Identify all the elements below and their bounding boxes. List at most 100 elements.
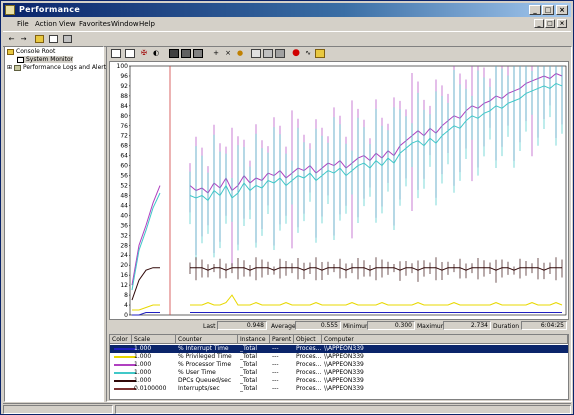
tree-item-console-root[interactable]: Console Root bbox=[7, 48, 55, 55]
legend-instance: _Total bbox=[240, 377, 258, 384]
y-tick-label: 52 bbox=[120, 183, 128, 190]
menu-favorites[interactable]: Favorites bbox=[79, 20, 111, 28]
chart-area[interactable]: 100 96 92 88 84 80 76 72 68 64 60 56 52 48 44 40 36 32 28 2… bbox=[109, 61, 569, 320]
y-tick-label: 76 bbox=[120, 123, 128, 130]
maximum-value: 2.734 bbox=[443, 321, 491, 330]
legend-object: Proces... bbox=[296, 377, 322, 384]
y-tick-label: 80 bbox=[120, 113, 128, 120]
menu-action[interactable]: Action bbox=[35, 20, 57, 28]
maximize-button[interactable]: □ bbox=[542, 5, 554, 15]
legend-instance: _Total bbox=[240, 369, 258, 376]
average-value: 0.555 bbox=[295, 321, 341, 330]
legend-instance: _Total bbox=[240, 353, 258, 360]
legend-parent: --- bbox=[272, 353, 279, 360]
y-tick-label: 56 bbox=[120, 173, 128, 180]
menu-help[interactable]: Help bbox=[139, 20, 155, 28]
legend-computer: \\APPEON339 bbox=[324, 361, 364, 368]
add-counter-icon[interactable]: + bbox=[211, 49, 221, 58]
header-computer[interactable]: Computer bbox=[322, 335, 568, 344]
tree-item-perf-logs[interactable]: ⊞ Performance Logs and Alerts bbox=[7, 64, 109, 71]
legend-row[interactable]: 1.000 % Privileged Time _Total --- Proces...… bbox=[110, 353, 568, 361]
y-tick-label: 72 bbox=[120, 133, 128, 140]
status-bar bbox=[3, 403, 571, 415]
y-tick-label: 36 bbox=[120, 222, 128, 229]
update-data-icon[interactable]: ∿ bbox=[303, 49, 313, 58]
legend-object: Proces... bbox=[296, 369, 322, 376]
new-counter-set-icon[interactable] bbox=[111, 49, 121, 58]
paste-counter-list-icon[interactable] bbox=[263, 49, 273, 58]
legend-parent: --- bbox=[272, 385, 279, 392]
header-object[interactable]: Object bbox=[294, 335, 322, 344]
mdi-minimize-button[interactable]: _ bbox=[534, 19, 544, 28]
app-icon bbox=[5, 5, 15, 15]
minimize-button[interactable]: _ bbox=[529, 5, 541, 15]
forward-icon[interactable]: → bbox=[19, 35, 28, 43]
mdi-close-button[interactable]: × bbox=[557, 19, 567, 28]
view-report-icon[interactable] bbox=[193, 49, 203, 58]
last-value: 0.948 bbox=[217, 321, 267, 330]
copy-properties-icon[interactable] bbox=[251, 49, 261, 58]
window-title: Performance bbox=[19, 5, 81, 14]
header-scale[interactable]: Scale bbox=[132, 335, 176, 344]
tree-item-system-monitor[interactable]: System Monitor bbox=[17, 56, 74, 63]
properties-icon[interactable] bbox=[63, 35, 72, 43]
menu-bar: File Action View Favorites Window Help bbox=[3, 18, 571, 30]
legend-row[interactable]: 0.0100000 Interrupts/sec _Total --- Proces..… bbox=[110, 385, 568, 393]
average-label: Average bbox=[271, 323, 296, 330]
show-tree-icon[interactable] bbox=[49, 35, 58, 43]
legend-object: Proces... bbox=[296, 345, 322, 352]
legend-parent: --- bbox=[272, 361, 279, 368]
view-histogram-icon[interactable] bbox=[181, 49, 191, 58]
legend-color-swatch bbox=[114, 380, 136, 382]
freeze-display-icon[interactable]: ● bbox=[291, 49, 301, 58]
legend-scale: 1.000 bbox=[134, 353, 152, 360]
legend-row[interactable]: 1.000 % Interrupt Time _Total --- Proces... \… bbox=[110, 345, 568, 353]
highlight-icon[interactable]: ● bbox=[235, 49, 245, 58]
y-tick-label: 32 bbox=[120, 232, 128, 239]
delete-counter-icon[interactable]: × bbox=[223, 49, 233, 58]
legend-counter: % Privileged Time bbox=[178, 353, 232, 360]
console-tree: Console Root System Monitor ⊞ Performanc… bbox=[4, 46, 109, 402]
menu-file[interactable]: File bbox=[17, 20, 29, 28]
legend-computer: \\APPEON339 bbox=[324, 345, 364, 352]
last-label: Last bbox=[203, 323, 216, 330]
legend-scale: 1.000 bbox=[134, 377, 152, 384]
view-current-activity-icon[interactable]: ✠ bbox=[139, 49, 149, 58]
y-tick-label: 96 bbox=[120, 73, 128, 80]
legend-instance: _Total bbox=[240, 345, 258, 352]
view-graph-icon[interactable] bbox=[169, 49, 179, 58]
close-button[interactable]: × bbox=[556, 5, 568, 15]
legend-row[interactable]: 1.000 DPCs Queued/sec _Total --- Proces... \\… bbox=[110, 377, 568, 385]
performance-window: Performance _ □ × File Action View Favor… bbox=[0, 0, 574, 415]
back-icon[interactable]: ← bbox=[7, 35, 16, 43]
menu-window[interactable]: Window bbox=[111, 20, 139, 28]
header-parent[interactable]: Parent bbox=[270, 335, 294, 344]
logs-icon bbox=[13, 64, 21, 71]
statistics-bar: Last 0.948 Average 0.555 Minimum 0.300 M… bbox=[109, 320, 569, 333]
legend-row[interactable]: 1.000 % User Time _Total --- Proces... \\APPE… bbox=[110, 369, 568, 377]
folder-icon bbox=[7, 48, 14, 55]
y-tick-label: 0 bbox=[124, 312, 128, 319]
legend-color-swatch bbox=[114, 388, 136, 390]
legend-counter: DPCs Queued/sec bbox=[178, 377, 232, 384]
legend-counter: % User Time bbox=[178, 369, 216, 376]
legend-row[interactable]: 1.000 % Processor Time _Total --- Proces... \… bbox=[110, 361, 568, 369]
header-instance[interactable]: Instance bbox=[238, 335, 270, 344]
clear-display-icon[interactable] bbox=[125, 49, 135, 58]
header-color[interactable]: Color bbox=[110, 335, 132, 344]
y-tick-label: 68 bbox=[120, 143, 128, 150]
up-folder-icon[interactable] bbox=[35, 35, 44, 43]
legend-color-swatch bbox=[114, 348, 136, 350]
legend-color-swatch bbox=[114, 364, 136, 366]
legend-color-swatch bbox=[114, 356, 136, 358]
mdi-restore-button[interactable]: □ bbox=[545, 19, 555, 28]
legend-object: Proces... bbox=[296, 361, 322, 368]
header-counter[interactable]: Counter bbox=[176, 335, 238, 344]
properties-icon[interactable] bbox=[275, 49, 285, 58]
legend-parent: --- bbox=[272, 369, 279, 376]
expand-icon[interactable]: ⊞ bbox=[7, 64, 12, 71]
view-log-data-icon[interactable]: ◐ bbox=[151, 49, 161, 58]
title-bar[interactable]: Performance _ □ × bbox=[3, 3, 571, 17]
menu-view[interactable]: View bbox=[59, 20, 76, 28]
help-icon[interactable] bbox=[315, 49, 325, 58]
